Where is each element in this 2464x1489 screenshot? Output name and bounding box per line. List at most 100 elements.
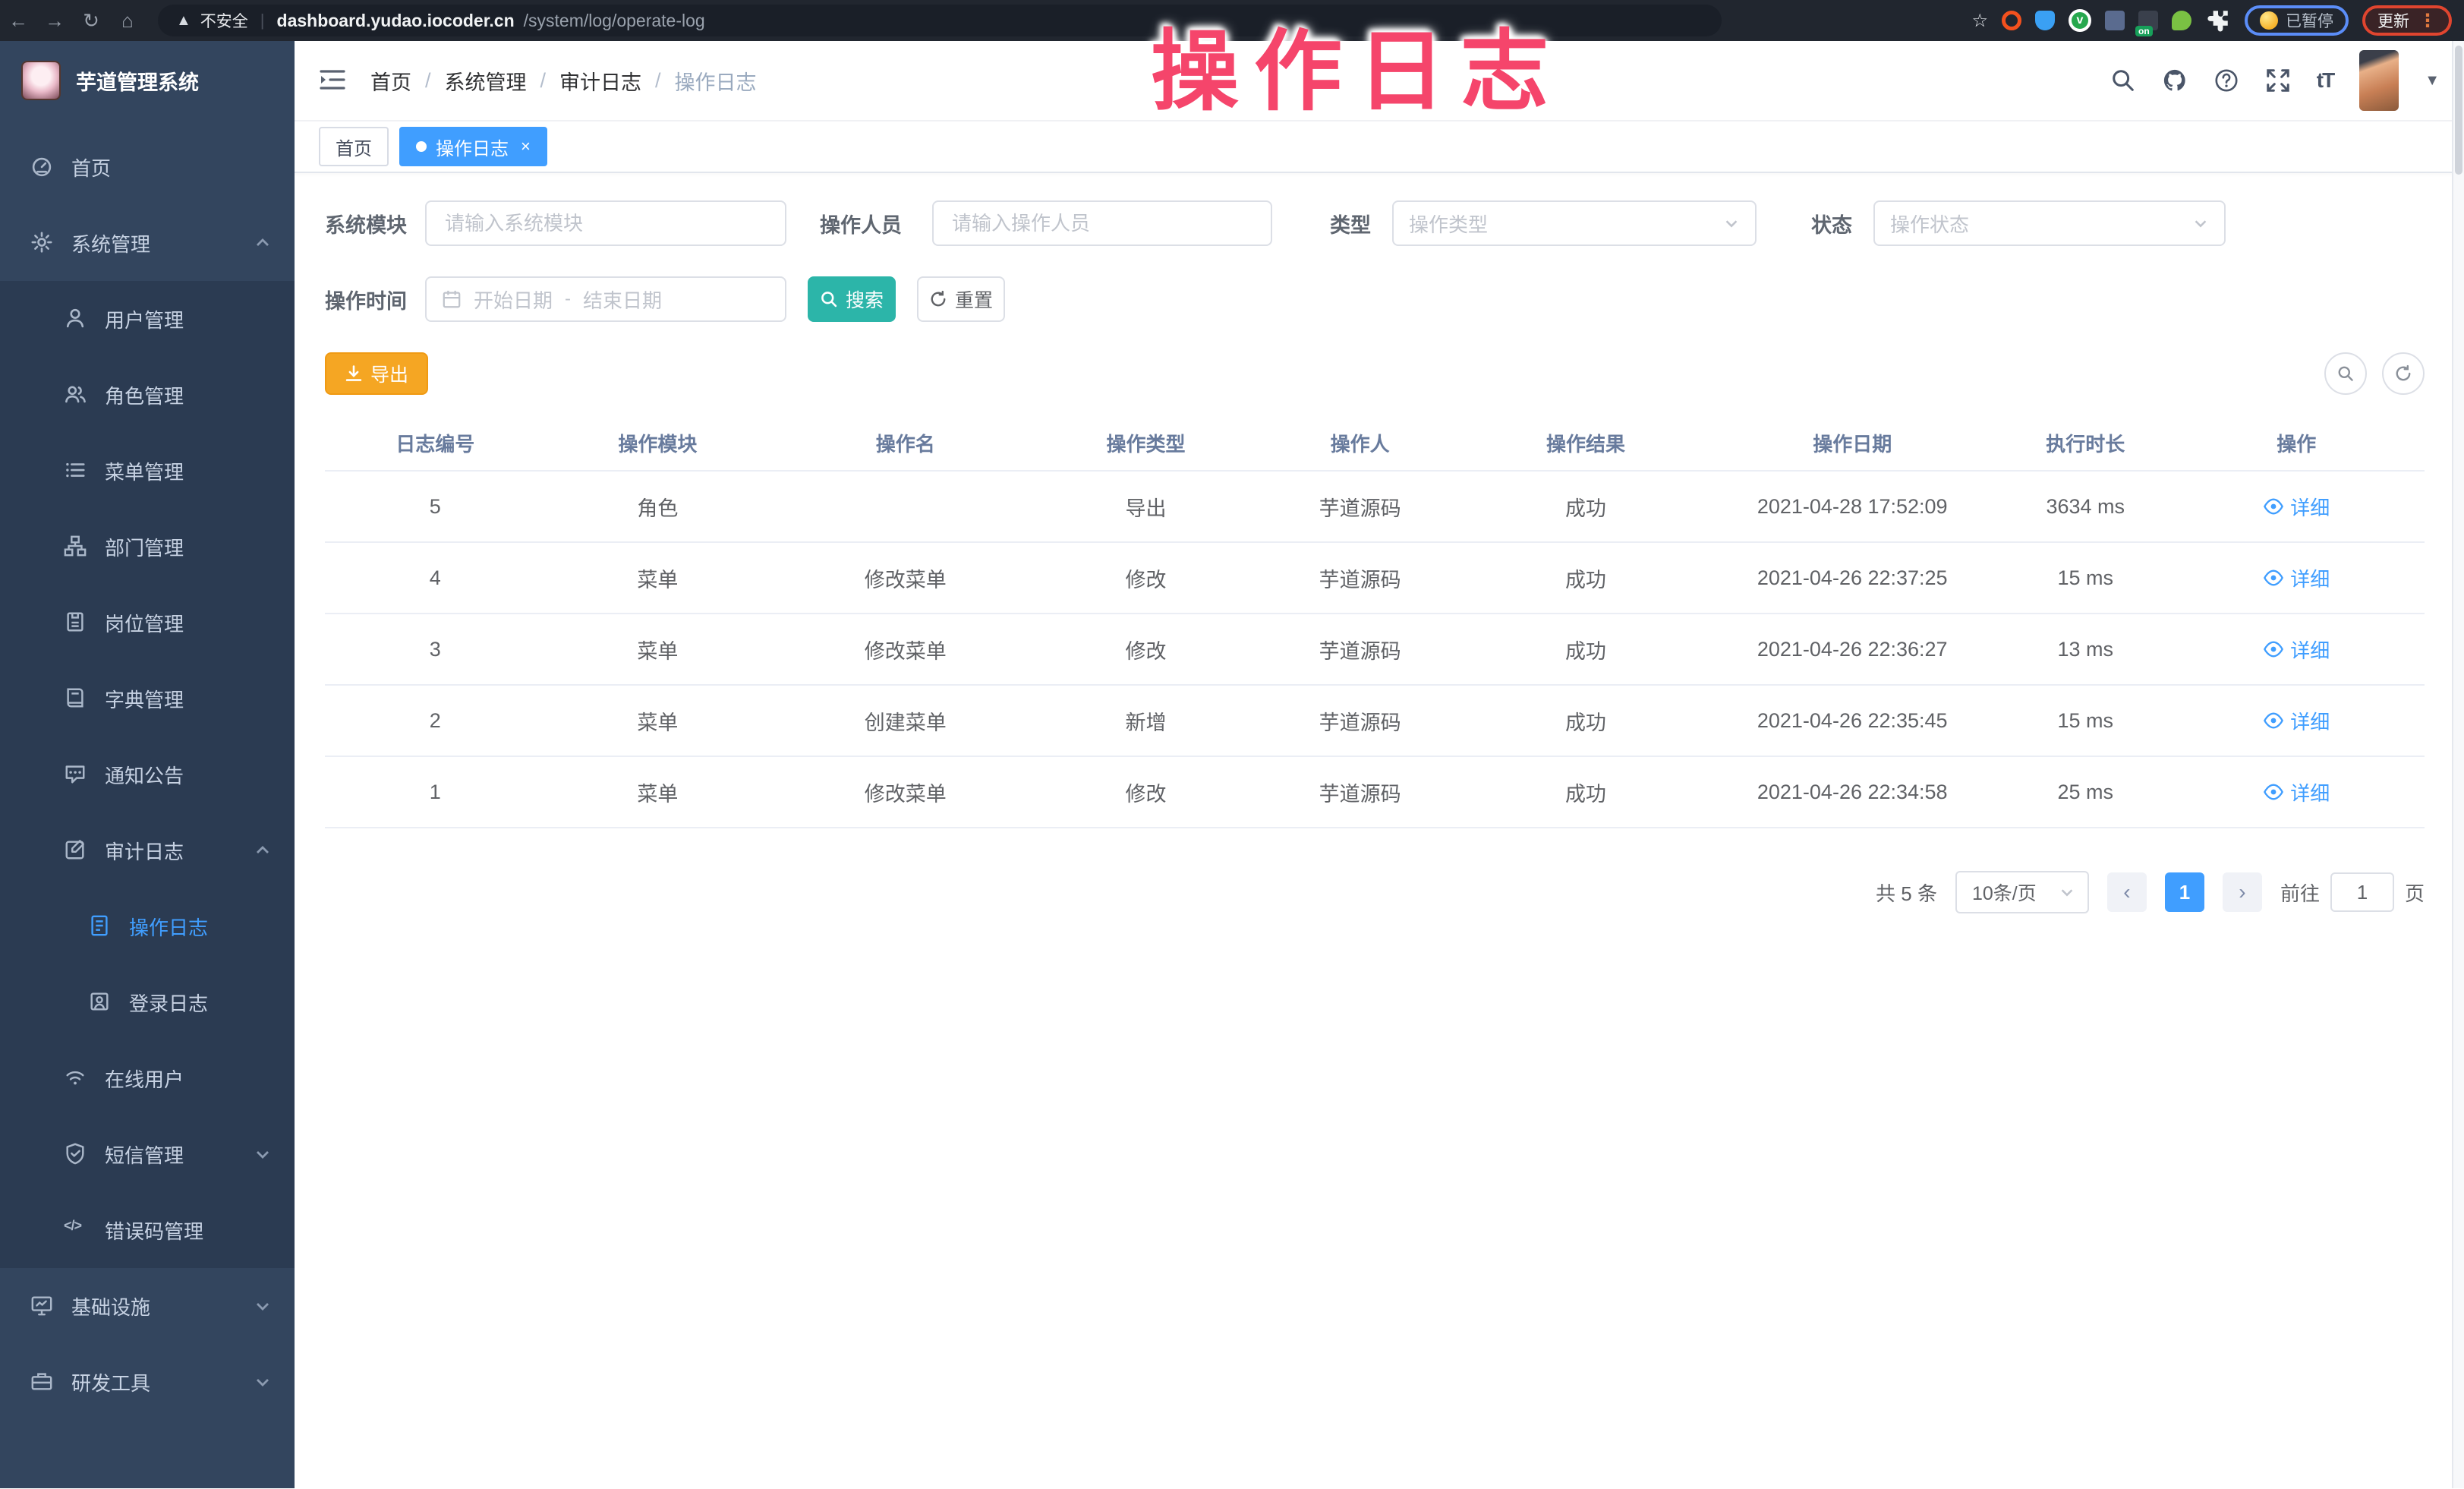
detail-link-label: 详细 [2290,636,2330,664]
chevron-down-icon [255,1374,270,1390]
tag-operate-log[interactable]: 操作日志 × [399,127,547,166]
breadcrumb-home[interactable]: 首页 [370,66,411,96]
sidebar-item-notice[interactable]: 通知公告 [0,737,295,812]
browser-reload-icon[interactable]: ↻ [73,9,109,33]
detail-link[interactable]: 详细 [2263,778,2330,806]
breadcrumb-system-mgmt[interactable]: 系统管理 [445,66,527,96]
briefcase-icon [30,1370,55,1394]
start-date-placeholder: 开始日期 [474,285,553,314]
cell-operator: 芋道源码 [1251,685,1470,756]
browser-forward-icon[interactable]: → [36,9,73,33]
fullscreen-icon[interactable] [2265,68,2291,93]
extension-icon-slate[interactable] [2105,11,2125,30]
detail-link[interactable]: 详细 [2263,636,2330,664]
status-select[interactable]: 操作状态 [1873,200,2226,246]
sidebar-item-system-mgmt[interactable]: 系统管理 [0,205,295,281]
col-header-log-id: 日志编号 [325,416,545,471]
sidebar-item-infra[interactable]: 基础设施 [0,1268,295,1344]
reset-button-label: 重置 [955,285,993,313]
sidebar-item-label: 在线用户 [105,1065,184,1093]
tag-close-icon[interactable]: × [521,137,531,156]
date-range-picker[interactable]: 开始日期 - 结束日期 [425,276,786,322]
col-header-action: 操作 [2168,416,2425,471]
cell-type: 修改 [1041,614,1251,685]
module-input[interactable] [425,200,786,246]
table-row: 3 菜单 修改菜单 修改 芋道源码 成功 2021-04-26 22:36:27… [325,614,2425,685]
sidebar-item-label: 研发工具 [71,1368,150,1396]
app-logo-row[interactable]: 芋道管理系统 [0,41,295,120]
extension-icon-blue[interactable] [2035,11,2055,30]
col-header-result: 操作结果 [1469,416,1702,471]
cell-duration: 3634 ms [2002,471,2169,542]
user-avatar[interactable] [2359,50,2399,111]
sidebar-item-dict-mgmt[interactable]: 字典管理 [0,661,295,737]
browser-update-button[interactable]: 更新 ⋮ [2362,5,2452,36]
export-button[interactable]: 导出 [325,352,428,395]
prev-page-button[interactable]: ‹ [2107,872,2147,912]
page-size-select[interactable]: 10条/页 [1955,871,2089,913]
tag-home[interactable]: 首页 [319,127,389,166]
sidebar-item-label: 登录日志 [129,989,208,1017]
sidebar-collapse-icon[interactable] [319,68,349,93]
page-scrollbar[interactable] [2452,41,2464,1488]
sidebar-item-online-users[interactable]: 在线用户 [0,1040,295,1116]
bookmark-star-icon[interactable]: ☆ [1971,10,1988,32]
search-icon[interactable] [2110,68,2136,93]
chevron-up-icon [255,843,270,858]
profile-paused-chip[interactable]: 已暂停 [2245,5,2349,36]
type-select[interactable]: 操作类型 [1392,200,1757,246]
sidebar-item-dev-tools[interactable]: 研发工具 [0,1344,295,1420]
next-page-button[interactable]: › [2223,872,2262,912]
scrollbar-thumb[interactable] [2455,46,2462,175]
breadcrumb-audit-log[interactable]: 审计日志 [559,66,641,96]
sidebar-item-dept-mgmt[interactable]: 部门管理 [0,509,295,585]
address-separator: | [260,11,265,30]
security-warning-icon: ▲ [176,12,191,30]
search-button[interactable]: 搜索 [808,276,896,322]
sidebar-item-user-mgmt[interactable]: 用户管理 [0,281,295,357]
col-header-date: 操作日期 [1702,416,2002,471]
font-size-icon[interactable]: tT [2317,68,2333,93]
cell-operator: 芋道源码 [1251,614,1470,685]
cell-name: 修改菜单 [770,542,1041,614]
browser-menu-kebab-icon[interactable]: ⋮ [2418,10,2437,32]
sidebar-item-home[interactable]: 首页 [0,129,295,205]
code-icon: </> [64,1218,88,1242]
shield-check-icon [64,1142,88,1166]
extension-icon-green-v[interactable]: v [2069,9,2091,32]
browser-back-icon[interactable]: ← [0,9,36,33]
detail-link[interactable]: 详细 [2263,564,2330,592]
cell-date: 2021-04-28 17:52:09 [1702,471,2002,542]
sidebar-item-role-mgmt[interactable]: 角色管理 [0,357,295,433]
search-button-label: 搜索 [846,285,884,313]
sidebar-item-menu-mgmt[interactable]: 菜单管理 [0,433,295,509]
detail-link[interactable]: 详细 [2263,707,2330,735]
refresh-table-button[interactable] [2382,352,2425,395]
breadcrumb-current: 操作日志 [675,66,757,96]
sidebar-item-sms-mgmt[interactable]: 短信管理 [0,1116,295,1192]
extension-icon-leaf[interactable] [2172,11,2191,30]
reset-button[interactable]: 重置 [917,276,1005,322]
current-page-button[interactable]: 1 [2165,872,2204,912]
operator-input[interactable] [932,200,1272,246]
sidebar-item-login-log[interactable]: 登录日志 [0,964,295,1040]
extension-icon-orange[interactable] [2002,11,2021,30]
browser-home-icon[interactable]: ⌂ [109,9,146,33]
show-search-toggle-button[interactable] [2324,352,2367,395]
cell-operator: 芋道源码 [1251,756,1470,828]
avatar-caret-down-icon[interactable]: ▼ [2425,72,2440,90]
cell-result: 成功 [1469,756,1702,828]
sidebar-item-audit-log[interactable]: 审计日志 [0,812,295,888]
sidebar-item-operate-log[interactable]: 操作日志 [0,888,295,964]
chevron-down-icon [1723,215,1740,232]
detail-link[interactable]: 详细 [2263,493,2330,521]
goto-page-input[interactable] [2330,872,2394,912]
extension-icon-switch[interactable]: on [2138,11,2158,30]
extensions-puzzle-icon[interactable] [2205,8,2231,33]
github-icon[interactable] [2162,68,2188,93]
help-icon[interactable] [2214,68,2239,93]
table-row: 4 菜单 修改菜单 修改 芋道源码 成功 2021-04-26 22:37:25… [325,542,2425,614]
sidebar-item-post-mgmt[interactable]: 岗位管理 [0,585,295,661]
cell-module: 菜单 [545,614,770,685]
sidebar-item-errcode-mgmt[interactable]: </> 错误码管理 [0,1192,295,1268]
